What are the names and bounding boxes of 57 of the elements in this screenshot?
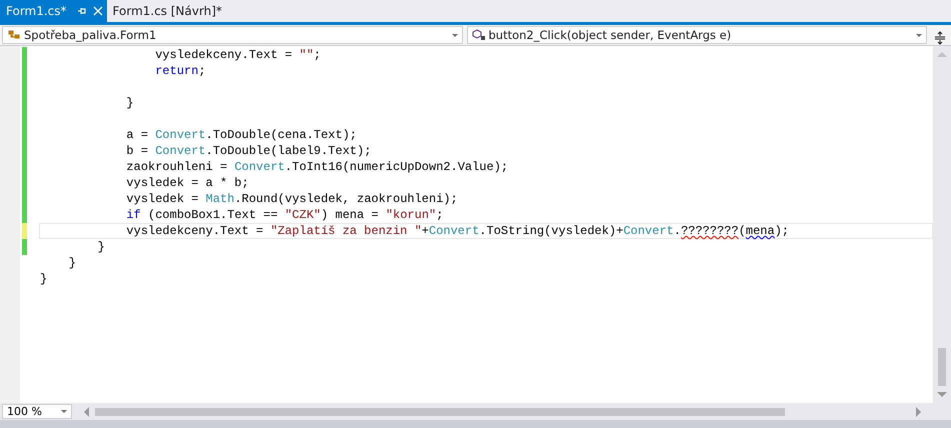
code-text: } xyxy=(40,272,48,286)
code-text: ) mena = xyxy=(320,208,380,222)
class-icon xyxy=(7,29,21,41)
caret-icon xyxy=(916,34,922,36)
code-text: .ToDouble(cena.Text); xyxy=(206,128,357,142)
code-text: ( xyxy=(738,224,746,238)
type-name: Convert xyxy=(155,128,206,142)
split-icon[interactable] xyxy=(934,31,946,45)
scrollbar-thumb[interactable] xyxy=(938,348,946,386)
member-dropdown[interactable]: button2_Click(object sender, EventArgs e) xyxy=(466,26,927,44)
type-name: Convert xyxy=(428,224,480,238)
code-text: zaokrouhleni = xyxy=(125,160,228,174)
code-text: b = xyxy=(125,144,150,158)
type-dropdown[interactable]: Spotřeba_paliva.Form1 xyxy=(2,26,462,44)
string-literal: "CZK" xyxy=(284,208,321,222)
scroll-up-icon[interactable] xyxy=(937,52,947,57)
code-text: + xyxy=(422,224,429,238)
code-text: (comboBox1.Text == xyxy=(147,208,279,222)
code-text: ); xyxy=(774,224,789,238)
error-text: ???????? xyxy=(680,224,739,238)
code-text: vysledekceny.Text = xyxy=(125,224,264,238)
warning-text: mena xyxy=(746,224,775,238)
document-tab[interactable]: Form1.cs* xyxy=(0,0,107,22)
code-text: vysledek = a * b; xyxy=(125,176,249,190)
code-text: } xyxy=(125,96,134,110)
type-name: Convert xyxy=(155,144,206,158)
code-text: ; xyxy=(436,208,444,222)
string-literal: "korun" xyxy=(386,208,436,222)
type-name: Convert xyxy=(234,160,285,174)
scrollbar-thumb[interactable] xyxy=(95,408,785,416)
type-name: Math xyxy=(206,192,234,206)
code-text: .ToDouble(label9.Text); xyxy=(206,144,372,158)
code-text: ; xyxy=(198,64,206,78)
code-text: .Round(vysledek, zaokrouhleni); xyxy=(234,192,458,206)
document-tab[interactable]: Form1.cs [Návrh]* xyxy=(106,0,226,22)
code-text: a = xyxy=(125,128,150,142)
scroll-down-icon[interactable] xyxy=(937,392,947,397)
keyword-text: if xyxy=(125,208,141,222)
close-icon[interactable] xyxy=(92,6,103,16)
code-text: .ToString(vysledek)+ xyxy=(479,224,624,238)
pin-icon[interactable] xyxy=(76,6,87,16)
code-text: .ToInt16(numericUpDown2.Value); xyxy=(284,160,508,174)
type-name: Convert xyxy=(623,224,674,238)
zoom-dropdown[interactable]: 100 % xyxy=(2,404,72,419)
caret-icon xyxy=(61,410,67,413)
code-text: . xyxy=(674,224,681,238)
code-text: vysledekceny.Text = xyxy=(154,48,294,62)
code-text: ; xyxy=(314,48,321,62)
string-literal: "Zaplatíš za benzin " xyxy=(270,224,422,238)
code-text: } xyxy=(96,240,105,254)
string-literal: "" xyxy=(299,48,314,62)
method-icon xyxy=(472,29,486,41)
code-text: } xyxy=(68,256,76,270)
code-text: vysledek = xyxy=(125,192,200,206)
keyword-text: return xyxy=(154,64,198,78)
vertical-scrollbar[interactable] xyxy=(933,46,951,403)
caret-icon xyxy=(452,34,458,36)
